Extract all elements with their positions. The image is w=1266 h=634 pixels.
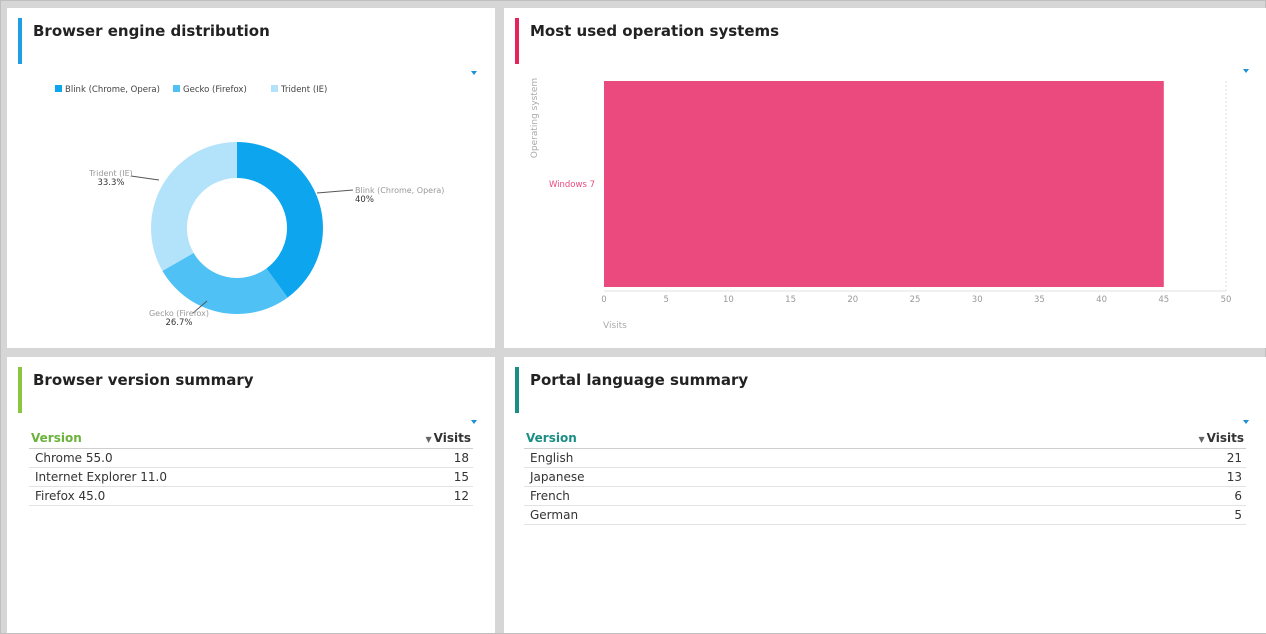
widget-menu-caret-icon[interactable]	[471, 420, 477, 424]
cell-visits: 18	[358, 448, 473, 468]
legend-label[interactable]: Gecko (Firefox)	[183, 85, 247, 95]
table-row[interactable]: English 21	[524, 448, 1246, 468]
portal-language-table: Version ▼ Visits English 21 Japanese 13 Frenc…	[524, 430, 1246, 525]
browser-engine-widget: Browser engine distribution Blink (Chrom…	[7, 8, 495, 348]
cell-visits: 13	[932, 467, 1246, 487]
legend-label[interactable]: Trident (IE)	[280, 85, 327, 95]
cell-visits: 15	[358, 467, 473, 487]
cell-version: Chrome 55.0	[29, 448, 359, 468]
x-axis-label: Visits	[603, 321, 627, 331]
cell-version: Firefox 45.0	[29, 486, 359, 506]
slice-name-label: Blink (Chrome, Opera)	[355, 186, 444, 195]
widget-accent-bar	[515, 367, 519, 413]
x-tick-label: 50	[1221, 295, 1232, 305]
cell-visits: 5	[932, 505, 1246, 525]
legend-label[interactable]: Blink (Chrome, Opera)	[65, 85, 160, 95]
table-row[interactable]: Japanese 13	[524, 467, 1246, 487]
browser-version-table: Version ▼ Visits Chrome 55.0 18 Internet Ex…	[29, 430, 473, 506]
cell-visits: 6	[932, 486, 1246, 506]
operating-systems-widget: Most used operation systems 0 5 10 15 20 25 30…	[504, 8, 1266, 348]
x-tick-label: 10	[723, 295, 734, 305]
callout-line	[130, 175, 160, 181]
bar[interactable]	[604, 81, 1164, 287]
browser-version-widget: Browser version summary Version ▼ Visits …	[7, 357, 495, 633]
x-tick-label: 20	[847, 295, 858, 305]
sort-desc-icon: ▼	[425, 435, 432, 444]
dashboard: Browser engine distribution Blink (Chrom…	[0, 0, 1266, 634]
legend-swatch	[173, 85, 180, 92]
widget-menu-caret-icon[interactable]	[1243, 420, 1249, 424]
x-tick-label: 40	[1096, 295, 1107, 305]
widget-title: Portal language summary	[530, 371, 749, 389]
column-header-version[interactable]: Version	[524, 430, 933, 449]
widget-accent-bar	[18, 367, 22, 413]
x-tick-label: 0	[601, 295, 606, 305]
engine-donut-chart: Blink (Chrome, Opera) Gecko (Firefox) Trid…	[55, 85, 444, 328]
donut-slice[interactable]	[237, 142, 323, 298]
category-label: Windows 7	[549, 180, 595, 190]
table-row[interactable]: Chrome 55.0 18	[29, 448, 473, 468]
column-header-visits[interactable]: ▼ Visits	[932, 430, 1246, 449]
legend-swatch	[55, 85, 62, 92]
cell-visits: 21	[932, 448, 1246, 468]
portal-language-widget: Portal language summary Version ▼ Visits …	[504, 357, 1266, 633]
x-tick-label: 45	[1158, 295, 1169, 305]
column-header-version[interactable]: Version	[29, 430, 359, 449]
cell-version: French	[524, 486, 933, 506]
table-row[interactable]: Internet Explorer 11.0 15	[29, 467, 473, 487]
table-row[interactable]: Firefox 45.0 12	[29, 486, 473, 506]
os-bar-chart: 0 5 10 15 20 25 30 35 40 45 50 Windows 7 Operating…	[530, 78, 1232, 331]
slice-percent-label: 40%	[355, 195, 374, 205]
x-tick-label: 35	[1034, 295, 1045, 305]
x-tick-label: 5	[663, 295, 668, 305]
slice-name-label: Gecko (Firefox)	[149, 309, 209, 318]
widget-title: Browser version summary	[33, 371, 254, 389]
cell-visits: 12	[358, 486, 473, 506]
callout-line	[316, 189, 354, 194]
x-tick-label: 25	[910, 295, 921, 305]
cell-version: Internet Explorer 11.0	[29, 467, 359, 487]
x-tick-label: 15	[785, 295, 796, 305]
legend-swatch	[271, 85, 278, 92]
slice-percent-label: 33.3%	[97, 178, 124, 188]
table-row[interactable]: French 6	[524, 486, 1246, 506]
cell-version: Japanese	[524, 467, 933, 487]
column-header-visits[interactable]: ▼ Visits	[358, 430, 473, 449]
cell-version: German	[524, 505, 933, 525]
x-tick-label: 30	[972, 295, 983, 305]
donut-slice[interactable]	[151, 142, 237, 271]
sort-desc-icon: ▼	[1198, 435, 1205, 444]
cell-version: English	[524, 448, 933, 468]
donut-slice[interactable]	[162, 252, 288, 315]
y-axis-label: Operating system	[530, 78, 540, 158]
slice-percent-label: 26.7%	[165, 318, 192, 328]
table-row[interactable]: German 5	[524, 505, 1246, 525]
slice-name-label: Trident (IE)	[88, 169, 133, 178]
